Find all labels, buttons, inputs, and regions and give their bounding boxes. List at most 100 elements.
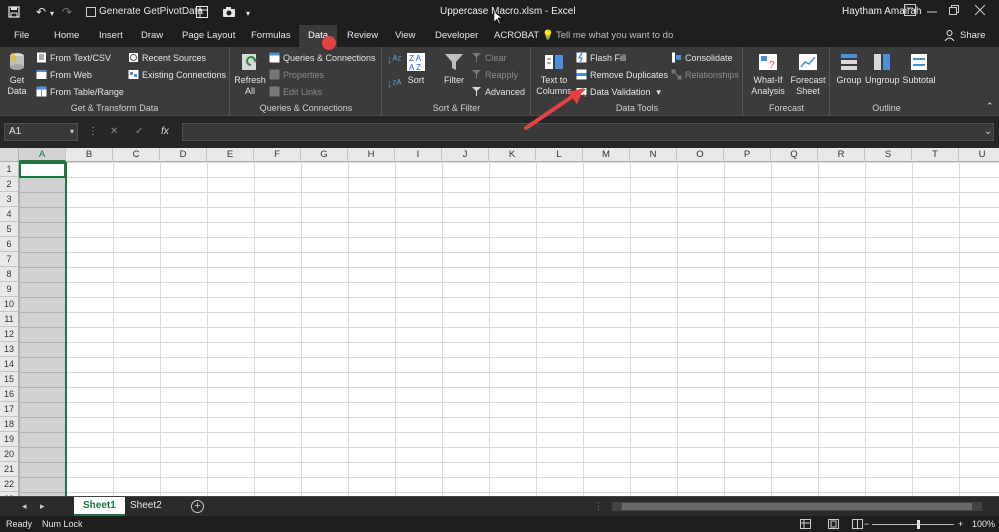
zoom-slider-knob[interactable] [917,520,920,529]
column-header-n[interactable]: N [630,148,677,162]
sheet-tab-sheet1[interactable]: Sheet1 [74,497,125,516]
name-box-dropdown-icon[interactable]: ▾ [70,124,74,140]
row-header-20[interactable]: 20 [0,447,19,462]
column-header-c[interactable]: C [113,148,160,162]
row-header-18[interactable]: 18 [0,417,19,432]
from-web-button[interactable]: From Web [36,68,92,83]
sort-az-icon[interactable]: ↓ᴬᶻ [387,53,401,68]
zoom-slider-track[interactable] [872,524,954,525]
redo-icon[interactable]: ↷ [62,6,72,18]
filter-button[interactable]: Filter [441,51,467,86]
add-sheet-icon[interactable]: + [191,500,204,513]
select-all-corner[interactable] [0,148,19,162]
column-header-a[interactable]: A [19,148,66,162]
horizontal-scrollbar[interactable] [612,502,982,511]
from-text-csv-button[interactable]: From Text/CSV [36,51,111,66]
expand-formula-bar-icon[interactable]: ⌄ [984,126,992,137]
column-header-s[interactable]: S [865,148,912,162]
row-header-19[interactable]: 19 [0,432,19,447]
column-header-u[interactable]: U [959,148,999,162]
row-header-12[interactable]: 12 [0,327,19,342]
tab-draw[interactable]: Draw [141,30,163,41]
queries-connections-button[interactable]: Queries & Connections [269,51,376,66]
row-header-5[interactable]: 5 [0,222,19,237]
column-header-h[interactable]: H [348,148,395,162]
column-header-k[interactable]: K [489,148,536,162]
row-header-14[interactable]: 14 [0,357,19,372]
recent-sources-button[interactable]: Recent Sources [128,51,206,66]
share-icon[interactable] [944,30,955,44]
existing-connections-button[interactable]: Existing Connections [128,68,226,83]
tab-acrobat[interactable]: ACROBAT [494,30,539,41]
restore-icon[interactable] [948,4,964,18]
column-header-d[interactable]: D [160,148,207,162]
row-header-16[interactable]: 16 [0,387,19,402]
minimize-icon[interactable] [926,4,942,18]
active-cell-a1[interactable] [19,162,66,178]
zoom-level[interactable]: 100% [972,519,995,529]
pivot-checkbox[interactable] [86,7,96,19]
row-header-17[interactable]: 17 [0,402,19,417]
normal-view-icon[interactable] [800,519,811,531]
cell-area[interactable] [19,162,999,496]
row-header-22[interactable]: 22 [0,477,19,492]
row-header-15[interactable]: 15 [0,372,19,387]
tab-review[interactable]: Review [347,30,378,41]
remove-duplicates-button[interactable]: Remove Duplicates [576,68,668,83]
get-data-button[interactable]: Get Data [4,51,30,97]
row-header-2[interactable]: 2 [0,177,19,192]
column-header-o[interactable]: O [677,148,724,162]
from-table-range-button[interactable]: From Table/Range [36,85,124,100]
zoom-out-icon[interactable]: − [864,519,869,529]
row-header-21[interactable]: 21 [0,462,19,477]
name-box[interactable]: A1 ▾ [4,123,78,141]
prev-sheet-icon[interactable]: ◂ [22,501,27,512]
tab-view[interactable]: View [395,30,415,41]
row-header-13[interactable]: 13 [0,342,19,357]
column-header-t[interactable]: T [912,148,959,162]
undo-dropdown-icon[interactable]: ▾ [50,8,54,20]
tab-insert[interactable]: Insert [99,30,123,41]
camera-icon[interactable] [222,6,236,20]
column-header-r[interactable]: R [818,148,865,162]
data-validation-dropdown-icon[interactable]: ▾ [656,87,661,97]
row-header-3[interactable]: 3 [0,192,19,207]
row-header-7[interactable]: 7 [0,252,19,267]
refresh-all-button[interactable]: Refresh All [234,51,266,97]
table-icon[interactable] [196,6,208,20]
row-header-8[interactable]: 8 [0,267,19,282]
sort-button[interactable]: Z AA Z Sort [405,51,427,86]
collapse-ribbon-icon[interactable]: ⌃ [986,99,994,114]
column-header-f[interactable]: F [254,148,301,162]
tab-page-layout[interactable]: Page Layout [182,30,235,41]
sheet-tab-sheet2[interactable]: Sheet2 [121,497,171,516]
edit-links-button[interactable]: Edit Links [269,85,322,100]
row-header-4[interactable]: 4 [0,207,19,222]
page-break-view-icon[interactable] [852,519,863,531]
relationships-button[interactable]: Relationships [671,68,739,83]
worksheet-grid[interactable]: ABCDEFGHIJKLMNOPQRSTU 1 2 3 4 5 6 7 8 9 10 11 12 13 1… [0,148,999,496]
confirm-entry-icon[interactable]: ✓ [135,126,143,137]
page-layout-view-icon[interactable] [828,519,839,531]
ungroup-button[interactable]: Ungroup [865,51,900,86]
column-header-e[interactable]: E [207,148,254,162]
row-header-9[interactable]: 9 [0,282,19,297]
share-button[interactable]: Share [960,30,985,41]
sort-za-icon[interactable]: ↓ᶻᴬ [387,77,401,92]
tab-file[interactable]: File [14,30,29,41]
flash-fill-button[interactable]: Flash Fill [576,51,626,66]
advanced-button[interactable]: Advanced [471,85,525,100]
row-header-6[interactable]: 6 [0,237,19,252]
generate-getpivotdata-label[interactable]: Generate GetPivotData [99,6,203,18]
what-if-analysis-button[interactable]: ? What-If Analysis [749,51,787,97]
column-header-q[interactable]: Q [771,148,818,162]
subtotal-button[interactable]: Subtotal [901,51,937,86]
tab-split-icon[interactable]: ⋮ [594,501,603,512]
row-header-10[interactable]: 10 [0,297,19,312]
cancel-entry-icon[interactable]: ✕ [110,126,118,137]
tell-me-search[interactable]: Tell me what you want to do [556,30,673,41]
customize-qat-icon[interactable]: ▾ [246,8,250,20]
tab-developer[interactable]: Developer [435,30,478,41]
column-header-g[interactable]: G [301,148,348,162]
column-header-l[interactable]: L [536,148,583,162]
